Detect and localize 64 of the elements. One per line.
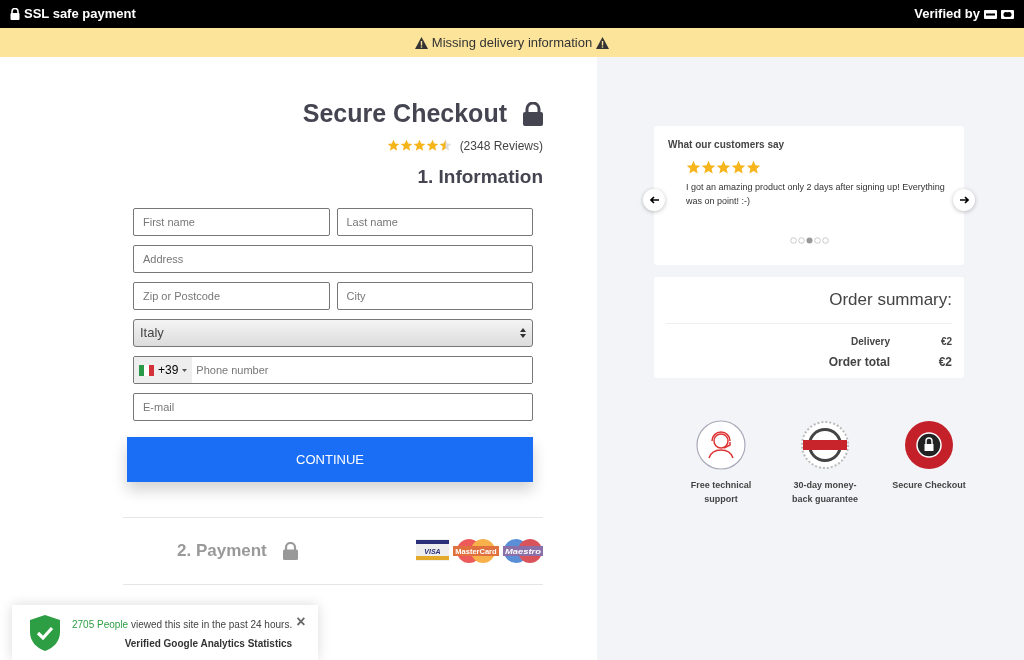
lock-icon <box>10 8 20 20</box>
star-icon <box>701 160 716 175</box>
carousel-dot[interactable] <box>805 237 813 244</box>
testimonial-text: I got an amazing product only 2 days after signing up! Everything was on point! :-) <box>686 181 946 208</box>
secure-seal-icon <box>904 420 954 470</box>
previous-button[interactable] <box>643 189 665 211</box>
star-icon <box>716 160 731 175</box>
badge-caption: 30-day money-back guarantee <box>791 479 859 507</box>
country-code-dropdown[interactable]: +39 <box>134 357 193 383</box>
continue-button[interactable]: CONTINUE <box>127 437 533 482</box>
input-field[interactable]: E-mail <box>133 393 533 421</box>
star-icon <box>686 160 701 175</box>
carousel-dot[interactable] <box>797 237 805 244</box>
card-icon <box>1001 9 1014 19</box>
star-icon <box>438 139 452 152</box>
close-button[interactable]: × <box>296 614 306 630</box>
input-field[interactable]: Zip or Postcode <box>133 282 330 310</box>
arrow-right-icon <box>959 196 969 204</box>
star-icon <box>731 160 746 175</box>
caret-icon <box>182 368 188 372</box>
input-field[interactable]: Address <box>133 245 533 273</box>
review-count: (2348 Reviews) <box>459 137 543 155</box>
carousel-dot[interactable] <box>813 237 821 244</box>
carousel-dot[interactable] <box>789 237 797 244</box>
input-field[interactable]: City <box>336 282 533 310</box>
alert-text: Missing delivery information <box>431 33 593 52</box>
star-icon <box>746 160 761 175</box>
badge-caption: Free technical support <box>689 479 753 507</box>
star-icon <box>412 139 426 152</box>
warning-icon <box>596 36 610 49</box>
summary-label: Delivery <box>851 334 890 349</box>
star-icon <box>399 139 413 152</box>
summary-value: €2 <box>937 353 952 371</box>
phone-field[interactable]: +39 Phone number <box>133 356 533 384</box>
summary-value: €2 <box>939 334 952 349</box>
card-title: Order summary: <box>829 289 952 311</box>
sort-arrows-icon <box>520 328 526 338</box>
warning-icon <box>414 36 428 49</box>
lock-icon <box>523 101 543 126</box>
input-field[interactable]: Last name <box>336 208 533 236</box>
flag-icon <box>139 364 154 376</box>
ssl-label: SSL safe payment <box>24 5 136 24</box>
country-select[interactable]: Italy <box>133 319 533 347</box>
card-title: What our customers say <box>668 138 786 152</box>
step-title: 2. Payment <box>177 540 267 563</box>
summary-label: Order total <box>828 353 890 371</box>
shield-check-icon <box>30 615 60 651</box>
notification-subtitle: Verified Google Analytics Statistics <box>124 637 293 651</box>
arrow-left-icon <box>649 196 659 204</box>
page-title: Secure Checkout <box>302 98 507 129</box>
star-icon <box>425 139 439 152</box>
star-icon <box>386 139 400 152</box>
notification-text: 2705 People viewed this site in the past 24 hours. <box>72 618 293 632</box>
step-title: 1. Information <box>417 164 543 189</box>
next-button[interactable] <box>953 189 975 211</box>
badge-caption: Secure Checkout <box>891 479 967 492</box>
card-logo: Maestro <box>503 539 543 563</box>
carousel-dot[interactable] <box>821 237 829 244</box>
headset-agent-icon <box>696 420 746 470</box>
card-icon <box>984 9 997 19</box>
verified-label: Verified by <box>914 5 980 24</box>
input-field[interactable]: First name <box>133 208 330 236</box>
lock-icon <box>282 542 298 560</box>
guarantee-seal-icon <box>800 420 850 470</box>
